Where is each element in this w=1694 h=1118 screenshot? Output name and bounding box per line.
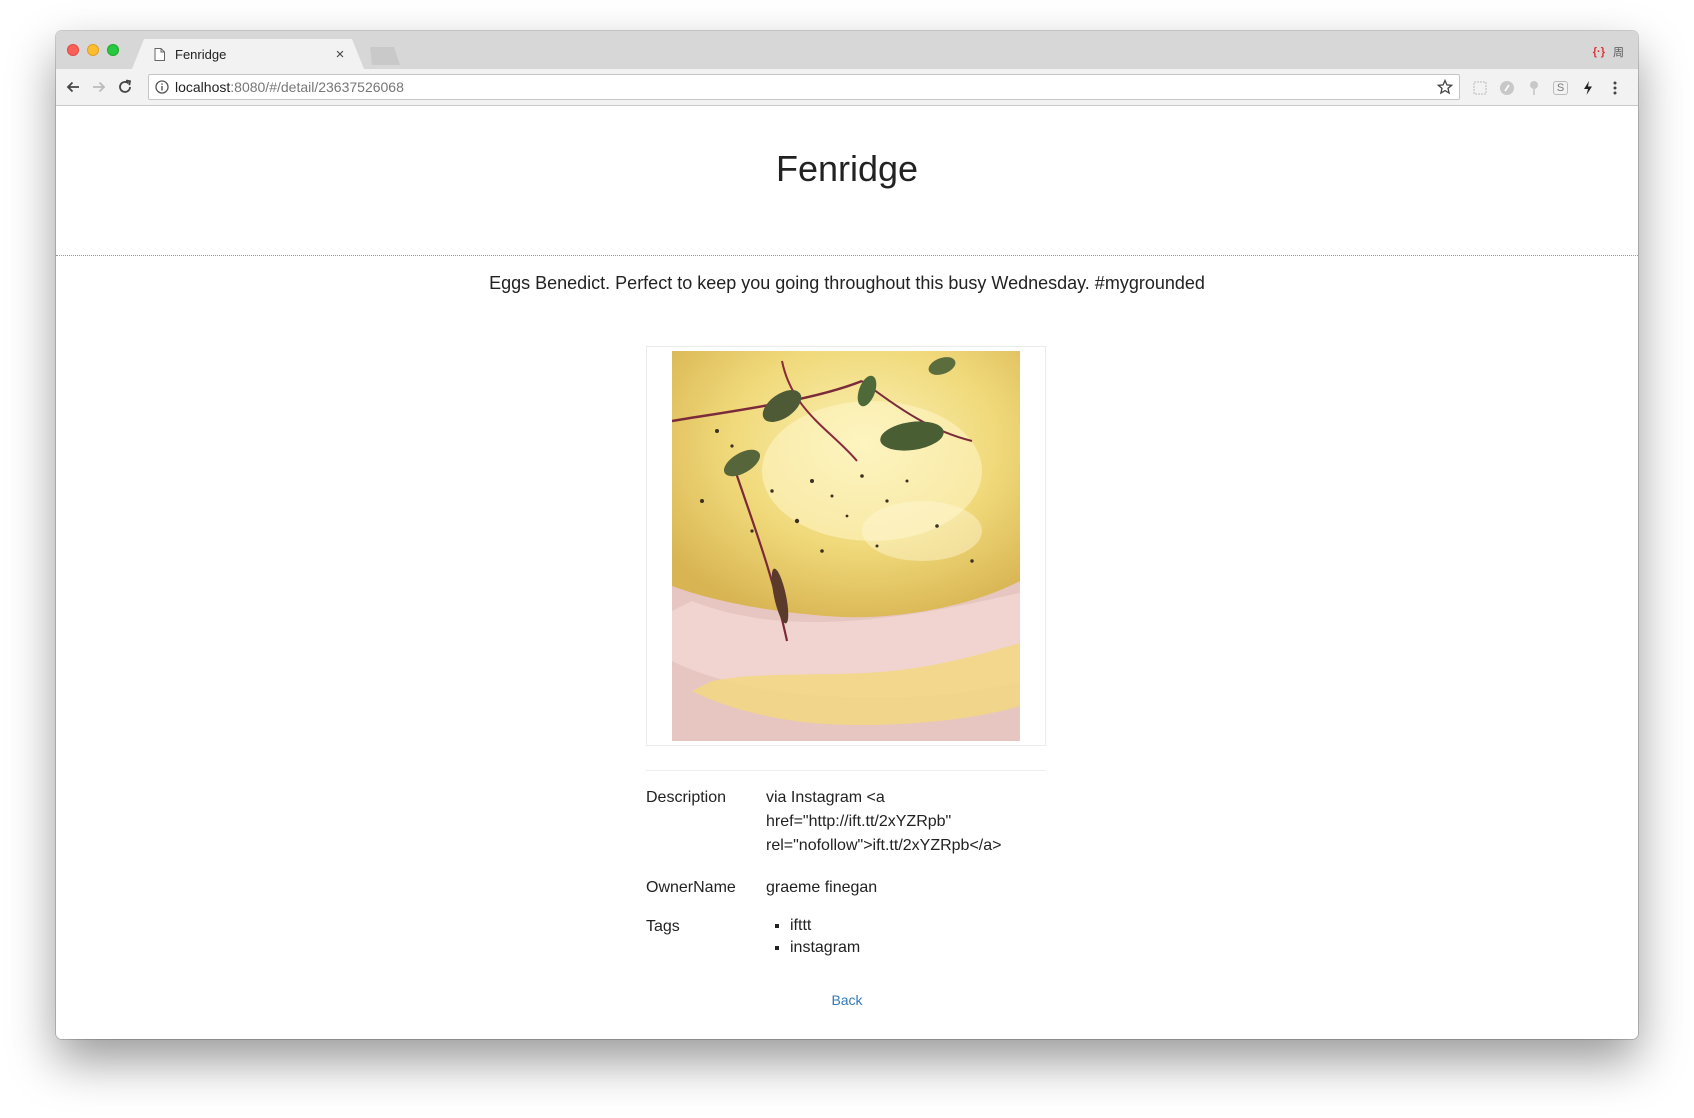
document-icon: [154, 47, 165, 61]
reload-icon: [119, 79, 132, 93]
extension-cjk-icon[interactable]: 周: [1613, 44, 1624, 60]
page-content: Fenridge Eggs Benedict. Perfect to keep …: [56, 106, 1638, 1039]
address-bar[interactable]: localhost:8080/#/detail/23637526068: [148, 74, 1460, 100]
tab-strip: Fenridge × {·} 周: [56, 31, 1638, 69]
page-title: Fenridge: [775, 148, 919, 189]
url-host: localhost: [175, 79, 231, 95]
photo-caption: Eggs Benedict. Perfect to keep you going…: [489, 273, 1205, 293]
back-button[interactable]: [62, 76, 84, 98]
reload-button[interactable]: [114, 76, 136, 98]
photo-image: [672, 351, 1020, 741]
close-window-button[interactable]: [67, 44, 79, 56]
forward-button[interactable]: [88, 76, 110, 98]
tags-list: ifttt instagram: [766, 915, 1050, 959]
extension-lightning-icon[interactable]: [1578, 79, 1597, 98]
arrow-right-icon: [93, 81, 106, 93]
extension-pin-icon[interactable]: [1524, 79, 1543, 98]
tab-close-icon[interactable]: ×: [332, 46, 348, 63]
extension-grid-icon[interactable]: [1470, 79, 1489, 98]
tag-item: ifttt: [790, 915, 1050, 937]
details-divider: [646, 770, 1046, 771]
url-text: localhost:8080/#/detail/23637526068: [175, 75, 404, 99]
minimize-window-button[interactable]: [87, 44, 99, 56]
url-path: :8080/#/detail/23637526068: [230, 79, 404, 95]
extensions-bar: S: [1470, 78, 1624, 98]
tag-item: instagram: [790, 937, 1050, 959]
photo-thumbnail: [646, 346, 1046, 746]
back-link[interactable]: Back: [56, 992, 1638, 1008]
tags-label: Tags: [646, 918, 680, 935]
arrow-left-icon: [66, 81, 79, 93]
zoom-window-button[interactable]: [107, 44, 119, 56]
extension-code-icon[interactable]: {·}: [1593, 46, 1605, 58]
extension-s-icon[interactable]: S: [1551, 79, 1570, 98]
owner-value: graeme finegan: [766, 879, 878, 896]
extension-s-label: S: [1552, 81, 1569, 95]
new-tab-button[interactable]: [370, 47, 400, 65]
extension-circle-icon[interactable]: [1497, 79, 1516, 98]
description-label: Description: [646, 789, 727, 806]
description-value: via Instagram <a href="http://ift.tt/2xY…: [766, 789, 1002, 854]
tab-title: Fenridge: [175, 46, 227, 62]
info-icon[interactable]: [155, 80, 169, 94]
browser-toolbar: localhost:8080/#/detail/23637526068 S: [56, 69, 1638, 106]
owner-label: OwnerName: [646, 879, 736, 896]
tab-fenridge[interactable]: Fenridge ×: [132, 39, 364, 69]
header-divider: [56, 255, 1638, 256]
bookmark-star-icon[interactable]: [1437, 79, 1453, 95]
browser-window: Fenridge × {·} 周 localhost:8080/#/detail…: [56, 31, 1638, 1039]
chrome-menu-icon[interactable]: [1605, 79, 1624, 98]
